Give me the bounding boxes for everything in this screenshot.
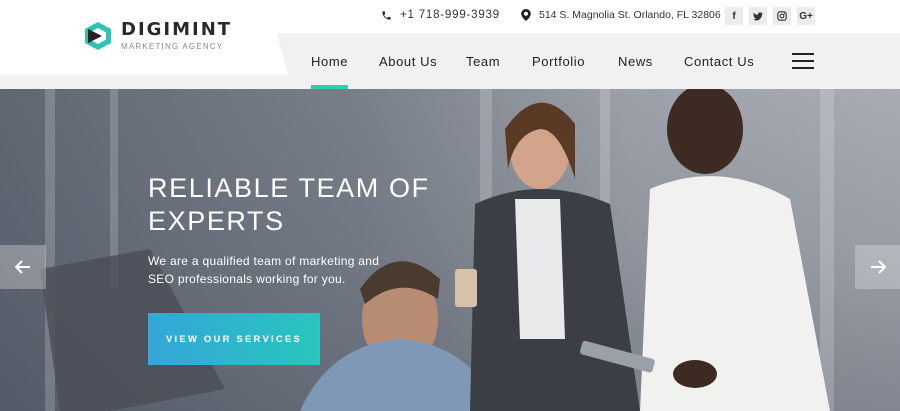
next-slide-button[interactable] <box>855 245 900 289</box>
site-header: DIGIMINT MARKETING AGENCY +1 718-999-393… <box>0 0 900 89</box>
social-links: f G+ <box>725 7 821 25</box>
hero-description: We are a qualified team of marketing and… <box>148 254 380 286</box>
phone-contact[interactable]: +1 718-999-3939 <box>381 9 500 21</box>
phone-number: +1 718-999-3939 <box>400 9 500 21</box>
brand-name: DIGIMINT <box>121 19 233 40</box>
phone-icon <box>382 10 391 20</box>
logo-mark-icon <box>85 22 111 50</box>
twitter-icon[interactable] <box>749 7 767 25</box>
hamburger-menu-icon[interactable] <box>792 53 814 69</box>
arrow-right-icon <box>871 260 886 274</box>
brand-tagline: MARKETING AGENCY <box>121 42 224 51</box>
nav-news[interactable]: News <box>618 33 653 89</box>
address-text: 514 S. Magnolia St. Orlando, FL 32806 <box>539 9 721 21</box>
nav-team[interactable]: Team <box>466 33 500 89</box>
facebook-icon[interactable]: f <box>725 7 743 25</box>
location-pin-icon <box>521 9 531 21</box>
nav-home[interactable]: Home <box>311 33 349 89</box>
arrow-left-icon <box>15 260 30 274</box>
instagram-icon[interactable] <box>773 7 791 25</box>
logo-panel: DIGIMINT MARKETING AGENCY <box>0 0 288 75</box>
hero-slider: RELIABLE TEAM OF EXPERTS We are a qualif… <box>0 89 900 411</box>
nav-contact-us[interactable]: Contact Us <box>684 33 754 89</box>
logo[interactable]: DIGIMINT MARKETING AGENCY <box>84 20 232 52</box>
google-plus-icon[interactable]: G+ <box>797 7 815 25</box>
nav-portfolio[interactable]: Portfolio <box>532 33 585 89</box>
prev-slide-button[interactable] <box>0 245 46 289</box>
address-contact: 514 S. Magnolia St. Orlando, FL 32806 <box>521 9 721 21</box>
nav-about-us[interactable]: About Us <box>379 33 437 89</box>
hero-background-image <box>40 89 834 411</box>
hero-title: RELIABLE TEAM OF EXPERTS <box>148 173 430 236</box>
view-services-button[interactable]: VIEW OUR SERVICES <box>148 313 320 365</box>
